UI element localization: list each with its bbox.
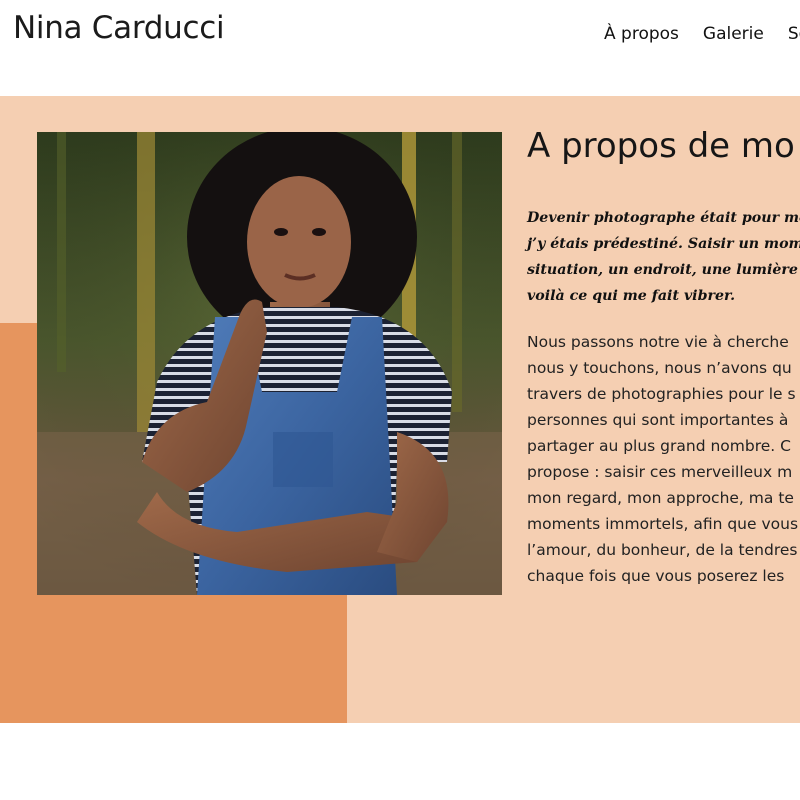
quote-line: j’y étais prédestiné. Saisir un moment <box>527 236 800 252</box>
main-nav: À propos Galerie Se <box>604 24 800 44</box>
body-line: Nous passons notre vie à cherche <box>527 333 789 351</box>
nav-item-a-propos[interactable]: À propos <box>604 24 679 44</box>
about-body: Nous passons notre vie à cherche nous y … <box>527 329 800 589</box>
body-line: propose : saisir ces merveilleux m <box>527 463 793 481</box>
site-title[interactable]: Nina Carducci <box>13 10 225 46</box>
body-line: partager au plus grand nombre. C <box>527 437 791 455</box>
body-line: nous y touchons, nous n’avons qu <box>527 359 792 377</box>
portrait-photo <box>37 132 502 595</box>
nav-item-galerie[interactable]: Galerie <box>703 24 764 44</box>
about-quote: Devenir photographe était pour moi u j’y… <box>527 205 800 309</box>
about-section: A propos de mo Devenir photographe était… <box>0 96 800 723</box>
quote-line: Devenir photographe était pour moi u <box>527 210 800 226</box>
quote-line: voilà ce qui me fait vibrer. <box>527 288 736 304</box>
nav-item-services[interactable]: Se <box>788 24 800 44</box>
body-line: personnes qui sont importantes à <box>527 411 789 429</box>
body-line: chaque fois que vous poserez les <box>527 567 785 585</box>
body-line: l’amour, du bonheur, de la tendres <box>527 541 798 559</box>
about-heading: A propos de mo <box>527 126 795 166</box>
quote-line: situation, un endroit, une lumière et a <box>527 262 800 278</box>
body-line: travers de photographies pour le s <box>527 385 796 403</box>
body-line: moments immortels, afin que vous <box>527 515 799 533</box>
body-line: mon regard, mon approche, ma te <box>527 489 794 507</box>
